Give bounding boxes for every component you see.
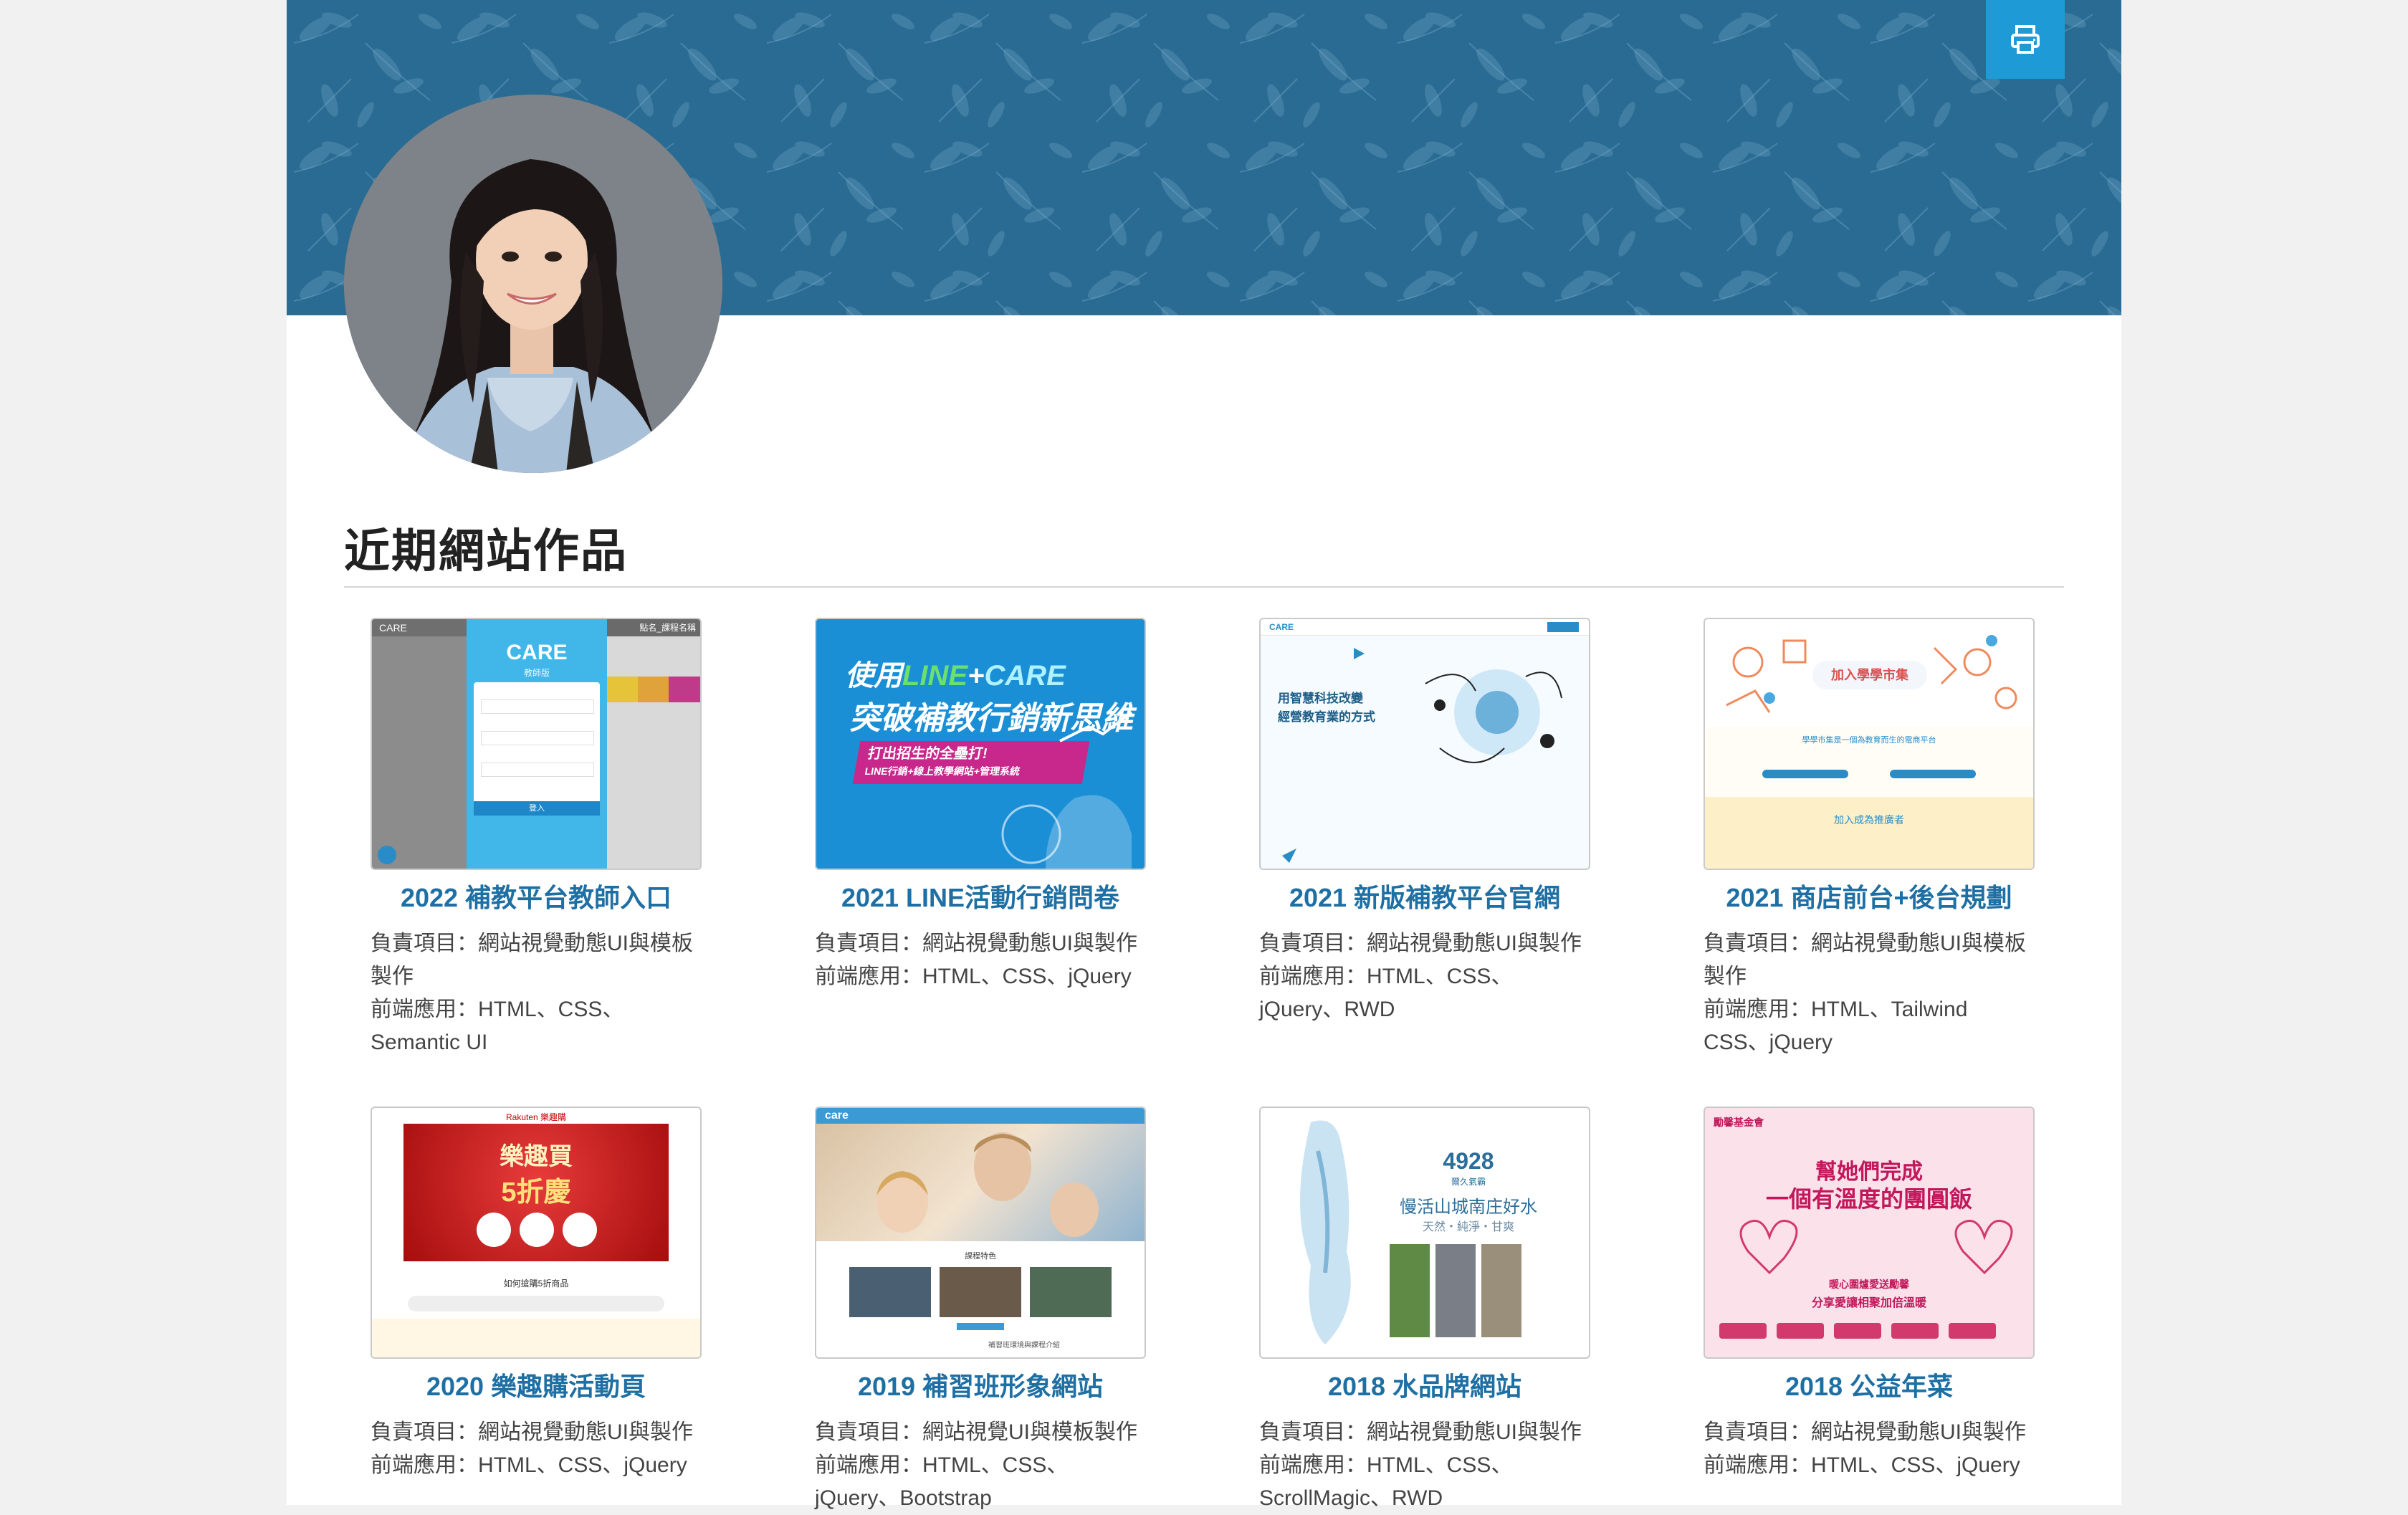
- work-title[interactable]: 2022 補教平台教師入口: [342, 877, 730, 914]
- work-title[interactable]: 2018 公益年菜: [1675, 1366, 2063, 1403]
- work-title[interactable]: 2018 水品牌網站: [1231, 1366, 1619, 1403]
- work-tech: 前端應用：HTML、CSS、 jQuery、RWD: [1259, 965, 1513, 1021]
- work-tech: 前端應用：HTML、CSS、 jQuery、Bootstrap: [815, 1453, 1069, 1510]
- work-role: 負責項目：網站視覺動態UI與製作: [1259, 1420, 1582, 1444]
- work-role: 負責項目：網站視覺動態UI與製作: [1259, 932, 1582, 955]
- work-thumbnail[interactable]: 勵馨基金會 幫她們完成 一個有溫度的團圓飯 暖心圍爐愛送勵馨 分享愛讓相聚加倍溫…: [1704, 1107, 2035, 1359]
- thumb-caption: 課程特色: [965, 1252, 996, 1261]
- work-thumbnail[interactable]: 4928 爾久氣霸 慢活山城南庄好水 天然・純淨・甘爽: [1259, 1107, 1590, 1359]
- work-role: 負責項目：網站視覺UI與模板製作: [815, 1420, 1137, 1444]
- thumb-button: 登入: [474, 801, 600, 816]
- work-thumbnail[interactable]: 加入學學市集 學學市集是一個為教育而生的電商平台 加入成為推廣者: [1704, 618, 2035, 870]
- work-role: 負責項目：網站視覺動態UI與模板製作: [1704, 932, 2026, 988]
- work-thumbnail[interactable]: CARE 用智慧科技改變 經營教育業的方式: [1259, 618, 1590, 870]
- work-thumbnail[interactable]: CARE CARE 教師版 登入 點名_課程名稱: [371, 618, 702, 870]
- work-description: 負責項目：網站視覺動態UI與製作 前端應用：HTML、CSS、 ScrollMag…: [1259, 1416, 1596, 1515]
- work-title[interactable]: 2020 樂趣購活動頁: [342, 1366, 730, 1403]
- thumb-brand: Rakuten 樂趣購: [505, 1112, 567, 1122]
- work-tech: 前端應用：HTML、CSS、jQuery: [815, 965, 1132, 988]
- thumb-badge: 加入學學市集: [1812, 661, 1927, 689]
- work-thumbnail[interactable]: 使用LINE+CARE 突破補教行銷新思維 打出招生的全壘打! LINE行銷+線…: [815, 618, 1146, 870]
- thumb-line1: 樂趣買: [500, 1143, 573, 1170]
- work-description: 負責項目：網站視覺動態UI與模板製作 前端應用：HTML、CSS、 Semanti…: [371, 927, 707, 1059]
- work-role: 負責項目：網站視覺動態UI與模板製作: [371, 932, 693, 988]
- work-description: 負責項目：網站視覺動態UI與製作 前端應用：HTML、CSS、jQuery: [1704, 1416, 2040, 1482]
- thumb-line2: 5折慶: [501, 1177, 571, 1208]
- section-title: 近期網站作品: [344, 525, 628, 577]
- thumb-illustration: [1282, 648, 1562, 863]
- section-divider: [344, 586, 2064, 588]
- work-thumbnail[interactable]: Rakuten 樂趣購 樂趣買 5折慶 如何搶購5折商品: [371, 1107, 702, 1359]
- thumb-sub: 如何搶購5折商品: [503, 1279, 569, 1289]
- work-tech: 前端應用：HTML、Tailwind CSS、jQuery: [1704, 998, 1968, 1054]
- work-title[interactable]: 2019 補習班形象網站: [786, 1366, 1175, 1403]
- resume-page: 近期網站作品 CARE CARE 教師版 登入 點名_課程名稱 2022 補教平…: [287, 0, 2121, 1510]
- work-title[interactable]: 2021 LINE活動行銷問卷: [786, 877, 1175, 914]
- thumb-heading: CARE: [506, 641, 568, 664]
- thumb-logo: care: [825, 1109, 849, 1122]
- thumb-right-label: 點名_課程名稱: [607, 619, 700, 636]
- work-description: 負責項目：網站視覺動態UI與製作 前端應用：HTML、CSS、 jQuery、RW…: [1259, 927, 1596, 1026]
- thumb-sub: 教師版: [523, 668, 550, 678]
- thumb-brand: 爾久氣霸: [1451, 1177, 1486, 1187]
- thumb-line2: 天然・純淨・甘爽: [1422, 1221, 1514, 1233]
- work-tech: 前端應用：HTML、CSS、 Semantic UI: [371, 998, 624, 1054]
- work-tech: 前端應用：HTML、CSS、jQuery: [1704, 1453, 2020, 1477]
- work-title[interactable]: 2021 商店前台+後台規劃: [1675, 877, 2063, 914]
- print-button[interactable]: [1986, 0, 2065, 79]
- thumb-photo: [876, 1132, 1099, 1237]
- thumb-illustration: [1001, 711, 1133, 869]
- thumb-number: 4928: [1443, 1148, 1494, 1174]
- thumb-top-label: CARE: [372, 619, 467, 636]
- portrait-image: [344, 95, 722, 473]
- work-tech: 前端應用：HTML、CSS、jQuery: [371, 1453, 687, 1477]
- thumb-hearts: [1719, 1220, 2013, 1339]
- work-description: 負責項目：網站視覺動態UI與製作 前端應用：HTML、CSS、jQuery: [371, 1416, 707, 1482]
- work-role: 負責項目：網站視覺動態UI與製作: [1704, 1420, 2026, 1444]
- work-description: 負責項目：網站視覺UI與模板製作 前端應用：HTML、CSS、 jQuery、Bo…: [815, 1416, 1152, 1515]
- work-description: 負責項目：網站視覺動態UI與製作 前端應用：HTML、CSS、jQuery: [815, 927, 1152, 993]
- thumb-sub: 學學市集是一個為教育而生的電商平台: [1802, 736, 1936, 745]
- thumb-bottom: 補習班環境與課程介紹: [988, 1342, 1060, 1349]
- thumb-join: 加入成為推廣者: [1834, 814, 1904, 826]
- thumb-line1: 慢活山城南庄好水: [1400, 1198, 1537, 1217]
- printer-icon: [2011, 25, 2040, 54]
- work-role: 負責項目：網站視覺動態UI與製作: [815, 932, 1137, 955]
- work-thumbnail[interactable]: care 課程特色 補習班環境與課程介紹: [815, 1107, 1146, 1359]
- work-title[interactable]: 2021 新版補教平台官網: [1231, 877, 1619, 914]
- work-role: 負責項目：網站視覺動態UI與製作: [371, 1420, 693, 1444]
- profile-avatar: [344, 95, 722, 473]
- work-tech: 前端應用：HTML、CSS、 ScrollMagic、RWD: [1259, 1453, 1513, 1510]
- work-description: 負責項目：網站視覺動態UI與模板製作 前端應用：HTML、Tailwind CSS…: [1704, 927, 2040, 1059]
